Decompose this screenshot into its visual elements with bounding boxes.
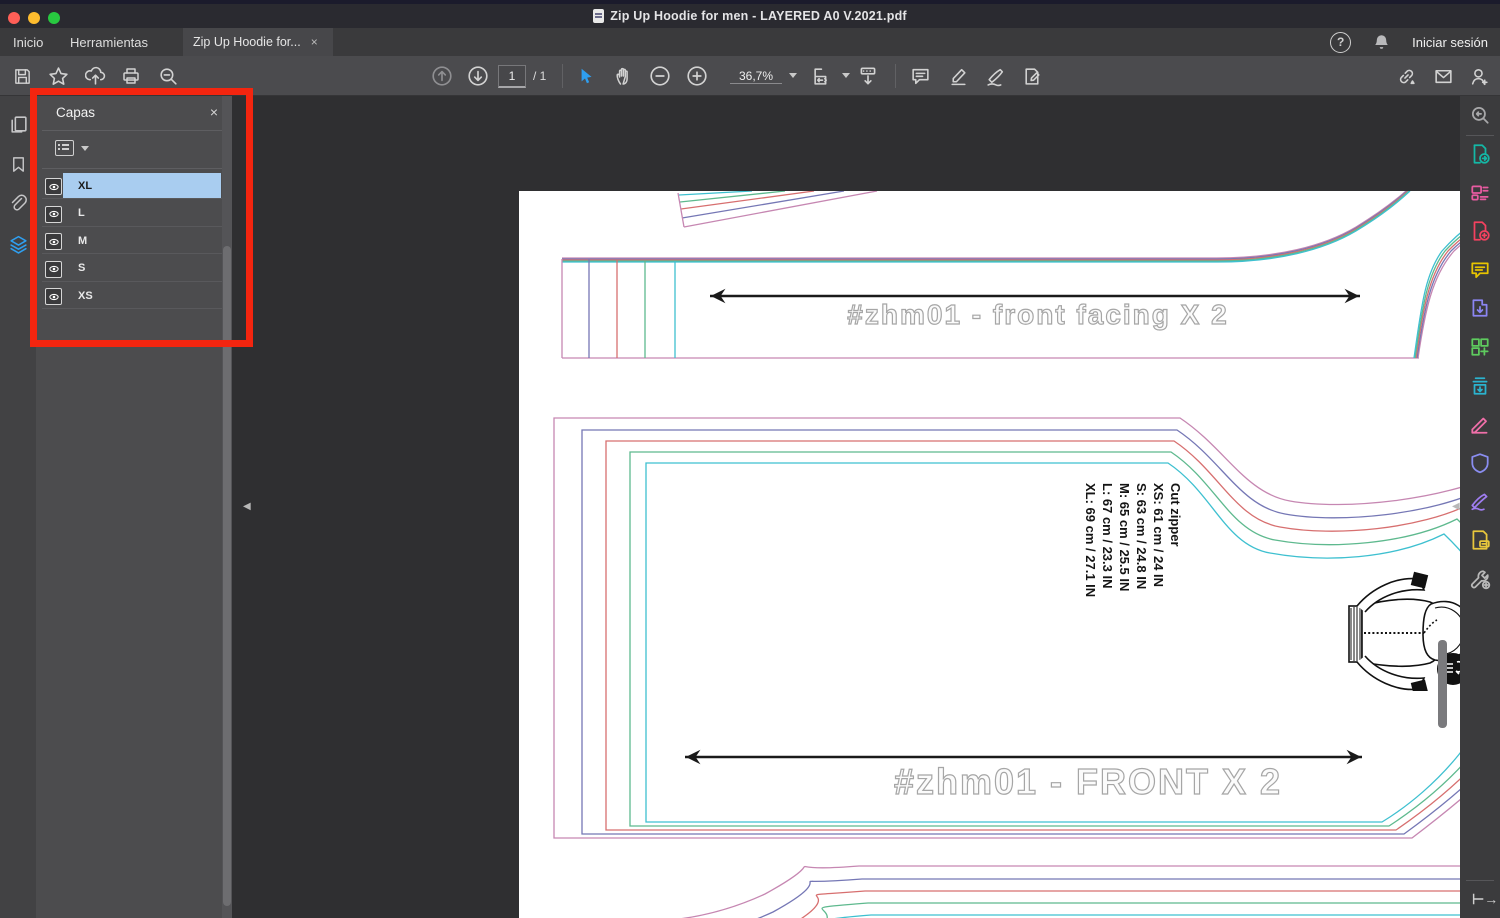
attachments-paperclip-icon[interactable] [6, 191, 30, 215]
tab-document[interactable]: Zip Up Hoodie for... × [183, 28, 333, 56]
previous-page-icon[interactable] [430, 64, 454, 88]
layer-label: XS [78, 289, 93, 302]
tab-bar: Inicio Herramientas Zip Up Hoodie for...… [0, 28, 1500, 56]
share-link-icon[interactable] [1394, 64, 1418, 88]
save-icon[interactable] [10, 64, 34, 88]
layer-label: S [78, 262, 86, 274]
zoom-in-icon[interactable] [685, 64, 709, 88]
layer-row-xl[interactable]: XL [36, 172, 232, 199]
layers-panel: Capas × XL L M S XS [36, 96, 232, 918]
compress-pdf-tool-icon[interactable] [1469, 375, 1491, 397]
main-toolbar: 1 / 1 36,7% [0, 56, 1500, 96]
zoom-caret-icon[interactable] [789, 73, 797, 78]
vertical-scrollbar[interactable] [1438, 640, 1447, 728]
cut-zipper-measurements: Cut zipper XS: 61 cm / 24 IN S: 63 cm / … [1083, 483, 1183, 598]
document-area: #zhm01 - front facing X 2 #zhm01 - FRONT… [232, 96, 1500, 918]
favorite-star-icon[interactable] [46, 64, 70, 88]
fill-sign-tool-icon[interactable] [1469, 413, 1491, 435]
share-upload-icon[interactable] [83, 64, 107, 88]
pdf-page[interactable]: #zhm01 - front facing X 2 #zhm01 - FRONT… [519, 191, 1500, 918]
page-number-input[interactable]: 1 [498, 65, 526, 88]
comment-tool-icon[interactable] [1469, 259, 1491, 281]
collapse-left-panel-icon[interactable]: ◀ [243, 501, 251, 512]
protect-tool-icon[interactable] [1469, 452, 1491, 474]
window-title: Zip Up Hoodie for men - LAYERED A0 V.202… [610, 9, 907, 23]
comment-icon[interactable] [908, 64, 932, 88]
combine-files-tool-icon[interactable] [1469, 297, 1491, 319]
pdf-file-icon [593, 9, 605, 23]
page-total-label: / 1 [533, 69, 547, 83]
layer-row-xs[interactable]: XS [36, 282, 232, 309]
layer-label: M [78, 234, 88, 247]
bookmarks-icon[interactable] [6, 152, 30, 176]
select-tool-icon[interactable] [575, 64, 599, 88]
export-pdf-tool-icon[interactable] [1469, 143, 1491, 165]
layer-label: L [78, 207, 85, 219]
zoom-level-value[interactable]: 36,7% [730, 69, 782, 84]
layer-visibility-eye-icon[interactable] [45, 288, 62, 305]
more-tools-icon[interactable] [1469, 568, 1491, 590]
open-tools-panel-icon[interactable]: ⊢→ [1472, 891, 1498, 908]
search-icon[interactable] [156, 64, 180, 88]
layers-panel-scrollbar[interactable] [222, 96, 232, 918]
search-zoom-tool-icon[interactable] [1469, 104, 1491, 126]
layers-options-caret-icon [81, 145, 89, 151]
traffic-lights [8, 12, 60, 24]
collapse-right-panel-icon[interactable]: ◀ [1452, 501, 1460, 512]
help-icon[interactable]: ? [1330, 31, 1352, 53]
layers-panel-title: Capas [56, 105, 96, 120]
layer-label: XL [78, 179, 93, 192]
tab-herramientas[interactable]: Herramientas [70, 28, 148, 56]
organize-pages-tool-icon[interactable] [1469, 336, 1491, 358]
layer-visibility-eye-icon[interactable] [45, 233, 62, 250]
acrobat-window: Zip Up Hoodie for men - LAYERED A0 V.202… [0, 0, 1500, 918]
zoom-out-icon[interactable] [648, 64, 672, 88]
fit-width-icon[interactable] [810, 64, 834, 88]
layers-options-button[interactable] [55, 140, 89, 156]
tab-document-label: Zip Up Hoodie for... [193, 35, 301, 49]
print-icon[interactable] [119, 64, 143, 88]
certificates-tool-icon[interactable] [1469, 490, 1491, 512]
email-icon[interactable] [1431, 64, 1455, 88]
title-bar: Zip Up Hoodie for men - LAYERED A0 V.202… [0, 4, 1500, 28]
layer-visibility-eye-icon[interactable] [45, 178, 62, 195]
edit-pdf-tool-icon[interactable] [1469, 182, 1491, 204]
layer-row-m[interactable]: M [36, 227, 232, 254]
fit-caret-icon[interactable] [842, 73, 850, 78]
right-tools-rail: ⊢→ [1460, 96, 1500, 918]
left-navigation-rail [0, 96, 36, 918]
account-person-icon[interactable] [1467, 64, 1491, 88]
layers-icon[interactable] [6, 232, 30, 256]
close-window-button[interactable] [8, 12, 20, 24]
layers-panel-close-icon[interactable]: × [210, 104, 218, 120]
tab-inicio[interactable]: Inicio [13, 28, 43, 56]
fill-sign-pen-icon[interactable] [983, 64, 1007, 88]
next-page-icon[interactable] [466, 64, 490, 88]
notifications-bell-icon[interactable] [1373, 33, 1390, 51]
edit-stamp-icon[interactable] [1020, 64, 1044, 88]
layer-visibility-eye-icon[interactable] [45, 205, 62, 223]
tab-close-icon[interactable]: × [311, 35, 318, 49]
page-thumbnails-icon[interactable] [6, 112, 30, 136]
sign-in-button[interactable]: Iniciar sesión [1412, 35, 1488, 50]
layers-options-icon [55, 140, 74, 156]
front-piece-title: #zhm01 - FRONT X 2 [893, 760, 1283, 802]
layer-row-l[interactable]: L [36, 200, 232, 227]
zoom-window-button[interactable] [48, 12, 60, 24]
minimize-window-button[interactable] [28, 12, 40, 24]
highlight-icon[interactable] [946, 64, 970, 88]
layer-row-s[interactable]: S [36, 255, 232, 282]
scrolling-mode-icon[interactable] [856, 64, 880, 88]
hand-tool-icon[interactable] [612, 64, 636, 88]
strip-piece-title: #zhm01 - front facing X 2 [847, 298, 1229, 330]
create-pdf-tool-icon[interactable] [1469, 220, 1491, 242]
request-sign-tool-icon[interactable] [1469, 529, 1491, 551]
layer-visibility-eye-icon[interactable] [45, 260, 62, 278]
